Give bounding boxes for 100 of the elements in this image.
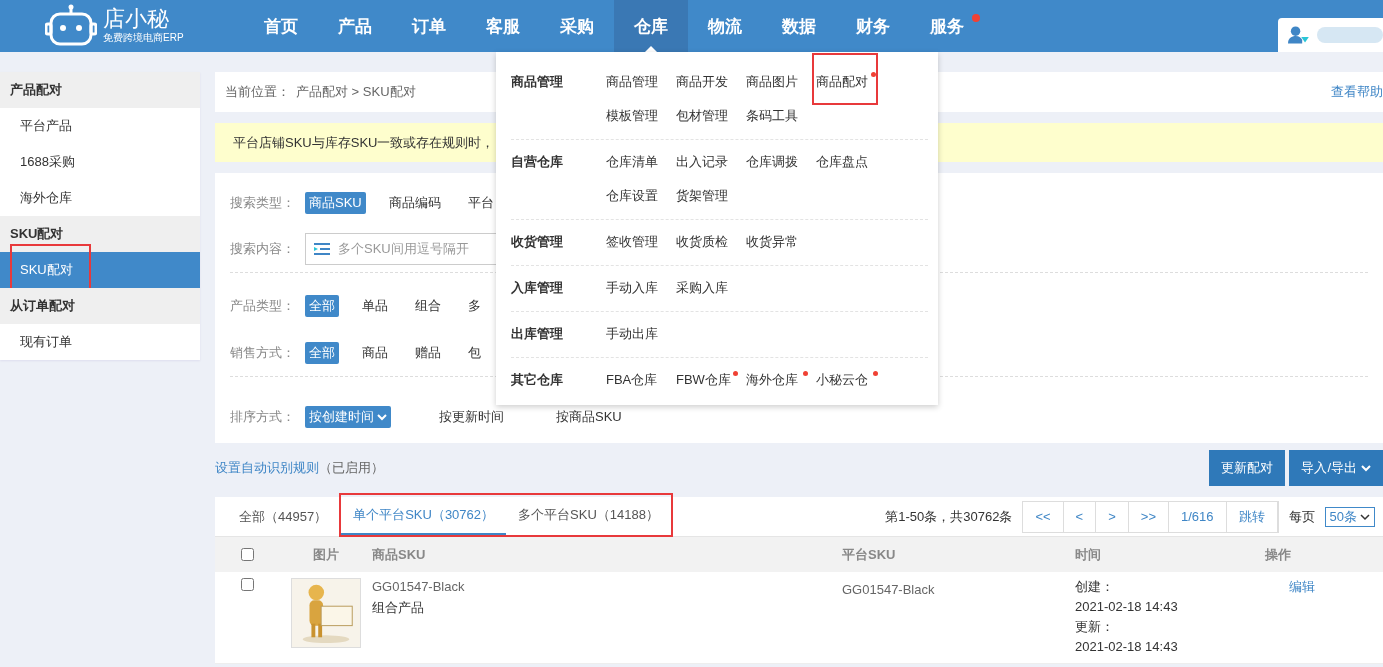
filter-option[interactable]: 包 [464, 342, 485, 364]
filter-option[interactable]: 按商品SKU [552, 405, 626, 428]
nav-item[interactable]: 财务 [836, 0, 910, 52]
nav-item[interactable]: 仓库 [614, 0, 688, 52]
column-header: 平台SKU [842, 537, 1075, 572]
row-checkbox[interactable] [241, 578, 254, 591]
action-button[interactable]: 导入/导出 [1289, 450, 1383, 486]
column-header: 图片 [280, 537, 372, 572]
breadcrumb-path: 产品配对 > SKU配对 [296, 83, 416, 101]
time-label: 更新： [1075, 618, 1115, 635]
column-header: 操作 [1265, 537, 1383, 572]
breadcrumb-label: 当前位置： [225, 83, 290, 101]
menu-item[interactable]: 模板管理 [606, 105, 676, 127]
table-cell-text: GG01547-Black [372, 578, 466, 595]
select-all-checkbox[interactable] [241, 548, 254, 561]
filter-label: 销售方式： [230, 344, 296, 362]
filter-option[interactable]: 商品编码 [384, 192, 445, 214]
sidebar-item[interactable]: 平台产品 [0, 108, 200, 144]
logo-text: 店小秘 [103, 7, 170, 31]
menu-item[interactable]: 手动出库 [606, 323, 676, 345]
menu-item[interactable]: FBW仓库 [676, 369, 746, 391]
rule-status: （已启用） [319, 459, 384, 477]
logo-subtitle: 免费跨境电商ERP [103, 31, 184, 45]
nav-item[interactable]: 产品 [318, 0, 392, 52]
sidebar-item[interactable]: 现有订单 [0, 324, 200, 360]
menu-item[interactable]: 包材管理 [676, 105, 746, 127]
menu-item[interactable]: 仓库清单 [606, 151, 676, 173]
filter-option[interactable]: 多 [464, 294, 485, 317]
table-cell-text: 2021-02-18 14:43 [1075, 638, 1179, 655]
column-header: 商品SKU [372, 537, 842, 572]
filter-option[interactable]: 商品 [358, 342, 392, 364]
filter-option[interactable]: 平台 [463, 192, 498, 214]
menu-item[interactable]: 仓库调拨 [746, 151, 816, 173]
rule-link[interactable]: 设置自动识别规则 [215, 459, 319, 477]
chevron-down-icon [1361, 464, 1371, 472]
filter-option[interactable]: 商品SKU [305, 192, 366, 214]
help-link[interactable]: 查看帮助 [1331, 83, 1383, 101]
filter-option[interactable]: 全部 [305, 342, 339, 364]
sidebar-heading: SKU配对 [0, 216, 200, 252]
filter-option[interactable]: 全部 [305, 294, 339, 317]
filter-option[interactable]: 单品 [358, 294, 392, 317]
list-icon [314, 242, 330, 256]
menu-item[interactable]: FBA仓库 [606, 369, 676, 391]
time-label: 创建： [1075, 578, 1115, 595]
chevron-down-icon [377, 412, 387, 421]
notice-text: 平台店铺SKU与库存SKU一致或存在规则时， [233, 133, 495, 152]
table-cell-text: GG01547-Black [842, 581, 936, 598]
menu-item[interactable]: 仓库盘点 [816, 151, 886, 173]
menu-item[interactable]: 小秘云仓 [816, 369, 886, 391]
sidebar-item[interactable]: 1688采购 [0, 144, 200, 180]
menu-item[interactable]: 收货质检 [676, 231, 746, 253]
menu-item[interactable]: 签收管理 [606, 231, 676, 253]
edit-link[interactable]: 编辑 [1289, 578, 1383, 595]
menu-item[interactable]: 采购入库 [676, 277, 746, 299]
menu-group-title: 入库管理 [511, 279, 564, 297]
menu-item[interactable]: 仓库设置 [606, 185, 676, 207]
highlighted-menu-item[interactable]: 商品配对 [812, 53, 878, 105]
per-page-select[interactable]: 50条 [1324, 506, 1375, 527]
filter-option[interactable]: 按创建时间 [305, 405, 391, 428]
nav-item[interactable]: 订单 [392, 0, 466, 52]
tab[interactable]: 多个平台SKU（14188） [506, 494, 671, 535]
menu-group-title: 商品管理 [511, 73, 564, 91]
table-cell-text: 2021-02-18 14:43 [1075, 598, 1179, 615]
nav-item[interactable]: 服务 [910, 0, 984, 52]
sidebar-item[interactable]: SKU配对 [0, 252, 200, 288]
action-button[interactable]: 更新配对 [1209, 450, 1286, 486]
nav-item[interactable]: 采购 [540, 0, 614, 52]
filter-label: 产品类型： [230, 296, 296, 315]
sidebar-heading: 从订单配对 [0, 288, 200, 324]
table-cell-text: 组合产品 [372, 599, 425, 616]
filter-label: 搜索内容： [230, 240, 296, 258]
menu-group-title: 出库管理 [511, 325, 564, 343]
menu-item[interactable]: 出入记录 [676, 151, 746, 173]
tab[interactable]: 单个平台SKU（30762） [341, 494, 507, 535]
tab[interactable]: 全部（44957） [227, 496, 340, 537]
column-header: 时间 [1075, 537, 1265, 572]
nav-item[interactable]: 物流 [688, 0, 762, 52]
filter-option[interactable]: 按更新时间 [435, 405, 508, 428]
menu-item[interactable]: 收货异常 [746, 231, 816, 253]
nav-item[interactable]: 客服 [466, 0, 540, 52]
menu-item[interactable]: 条码工具 [746, 105, 816, 127]
menu-item[interactable]: 货架管理 [676, 185, 746, 207]
user-box[interactable] [1278, 18, 1383, 52]
nav-item[interactable]: 数据 [762, 0, 836, 52]
filter-option[interactable]: 赠品 [411, 342, 445, 364]
chevron-down-icon [1360, 512, 1370, 521]
per-page-label: 每页 [1288, 507, 1315, 526]
nav-item[interactable]: 首页 [244, 0, 318, 52]
user-icon [1288, 25, 1311, 45]
filter-label: 排序方式： [230, 407, 296, 426]
menu-item[interactable]: 商品管理 [606, 71, 676, 93]
menu-group-title: 其它仓库 [511, 371, 564, 389]
sidebar-item[interactable]: 海外仓库 [0, 180, 200, 216]
filter-option[interactable]: 组合 [411, 294, 445, 317]
menu-item[interactable]: 手动入库 [606, 277, 676, 299]
filter-label: 搜索类型： [230, 194, 296, 212]
menu-item[interactable]: 商品开发 [676, 71, 746, 93]
menu-item[interactable]: 海外仓库 [746, 369, 816, 391]
page-summary: 第1-50条，共30762条 [885, 507, 1013, 526]
blurred-username [1316, 27, 1383, 43]
